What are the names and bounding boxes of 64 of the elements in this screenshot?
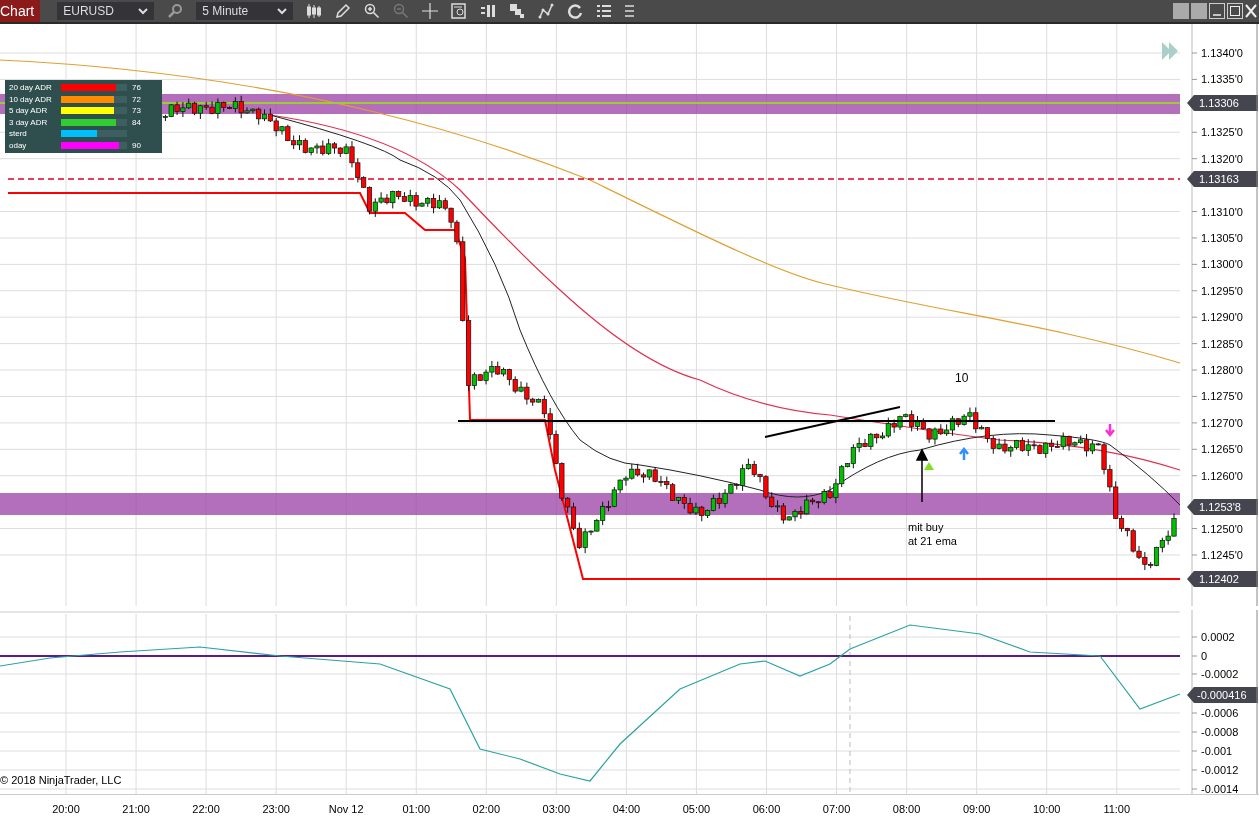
annotation-text: mit buy bbox=[908, 521, 944, 533]
indicator-tag: -0.000416 bbox=[1187, 687, 1258, 703]
indicator-tick-label: 0.0002 bbox=[1201, 631, 1235, 643]
time-label: 10:00 bbox=[1031, 803, 1062, 815]
legend-label: sterd bbox=[9, 129, 28, 139]
price-tick-label: 1.1245'0 bbox=[1201, 549, 1243, 561]
legend-label: 20 day ADR bbox=[9, 83, 53, 93]
legend-value: 73 bbox=[132, 106, 141, 116]
time-label: 04:00 bbox=[611, 803, 642, 815]
indicator-tick-label: -0.0002 bbox=[1201, 668, 1239, 680]
chart-button[interactable]: Chart bbox=[0, 0, 41, 22]
legend-label: 5 day ADR bbox=[9, 106, 49, 116]
interval-select[interactable]: 5 Minute bbox=[196, 2, 294, 20]
time-label: 20:00 bbox=[51, 803, 81, 815]
time-label: 23:00 bbox=[261, 803, 291, 815]
time-label: 02:00 bbox=[471, 803, 502, 815]
indicator-tick-label: -0.0008 bbox=[1201, 726, 1239, 738]
time-label: 07:00 bbox=[821, 803, 852, 815]
price-tick-label: 1.1250'0 bbox=[1201, 522, 1243, 535]
copyright-text: © 2018 NinjaTrader, LLC bbox=[0, 774, 122, 786]
time-label: 08:00 bbox=[891, 803, 922, 815]
time-label: 01:00 bbox=[401, 803, 431, 815]
price-tick-label: 1.1320'0 bbox=[1201, 152, 1243, 165]
time-label: 09:00 bbox=[961, 803, 992, 815]
price-tick-label: 1.1300'0 bbox=[1201, 258, 1243, 271]
price-tick-label: 1.1310'0 bbox=[1201, 205, 1243, 218]
price-tick-label: 1.1265'0 bbox=[1201, 443, 1243, 456]
time-label: Nov 12 bbox=[327, 803, 365, 815]
legend-value: 72 bbox=[132, 94, 141, 104]
instrument-select[interactable]: EURUSD bbox=[57, 2, 155, 20]
price-tick-label: 1.1285'0 bbox=[1201, 337, 1243, 350]
price-tick-label: 1.1295'0 bbox=[1201, 284, 1243, 297]
price-tick-label: 1.1290'0 bbox=[1201, 311, 1243, 324]
indicator-tick-label: 0 bbox=[1201, 650, 1208, 662]
price-tick-label: 1.1280'0 bbox=[1201, 364, 1243, 377]
legend-label: 10 day ADR bbox=[9, 94, 53, 104]
price-tag: 1.12402 bbox=[1187, 571, 1258, 587]
time-label: 21:00 bbox=[121, 803, 151, 815]
price-tick-label: 1.1305'0 bbox=[1201, 231, 1243, 244]
price-tag: 1.13306 bbox=[1187, 95, 1258, 111]
legend-value: 76 bbox=[132, 83, 141, 93]
price-tag: 1.13163 bbox=[1187, 171, 1258, 187]
bar-count-label: 10 bbox=[955, 371, 969, 385]
time-label: 11:00 bbox=[1102, 803, 1132, 815]
indicator-tick-label: -0.0014 bbox=[1201, 783, 1239, 794]
price-tick-label: 1.1260'0 bbox=[1201, 469, 1243, 482]
indicator-tick-label: -0.0006 bbox=[1201, 707, 1239, 719]
time-label: 03:00 bbox=[541, 803, 572, 815]
indicator-tick-label: -0.0012 bbox=[1201, 764, 1239, 776]
legend-value: 90 bbox=[132, 140, 141, 150]
price-tick-label: 1.1270'0 bbox=[1201, 416, 1243, 429]
legend-value: 84 bbox=[132, 117, 141, 127]
annotation-text: at 21 ema bbox=[908, 535, 957, 547]
time-label: 06:00 bbox=[751, 803, 782, 815]
price-tag: 1.1253'8 bbox=[1187, 499, 1258, 515]
price-tick-label: 1.1275'0 bbox=[1201, 390, 1243, 403]
price-tick-label: 1.1340'0 bbox=[1201, 47, 1243, 59]
indicator-tick-label: -0.001 bbox=[1201, 745, 1233, 757]
legend-label: 3 day ADR bbox=[9, 117, 49, 127]
price-tick-label: 1.1335'0 bbox=[1201, 73, 1243, 86]
time-label: 22:00 bbox=[191, 803, 221, 815]
legend-label: oday bbox=[9, 140, 28, 150]
time-label: 05:00 bbox=[681, 803, 712, 815]
price-tick-label: 1.1325'0 bbox=[1201, 126, 1243, 139]
